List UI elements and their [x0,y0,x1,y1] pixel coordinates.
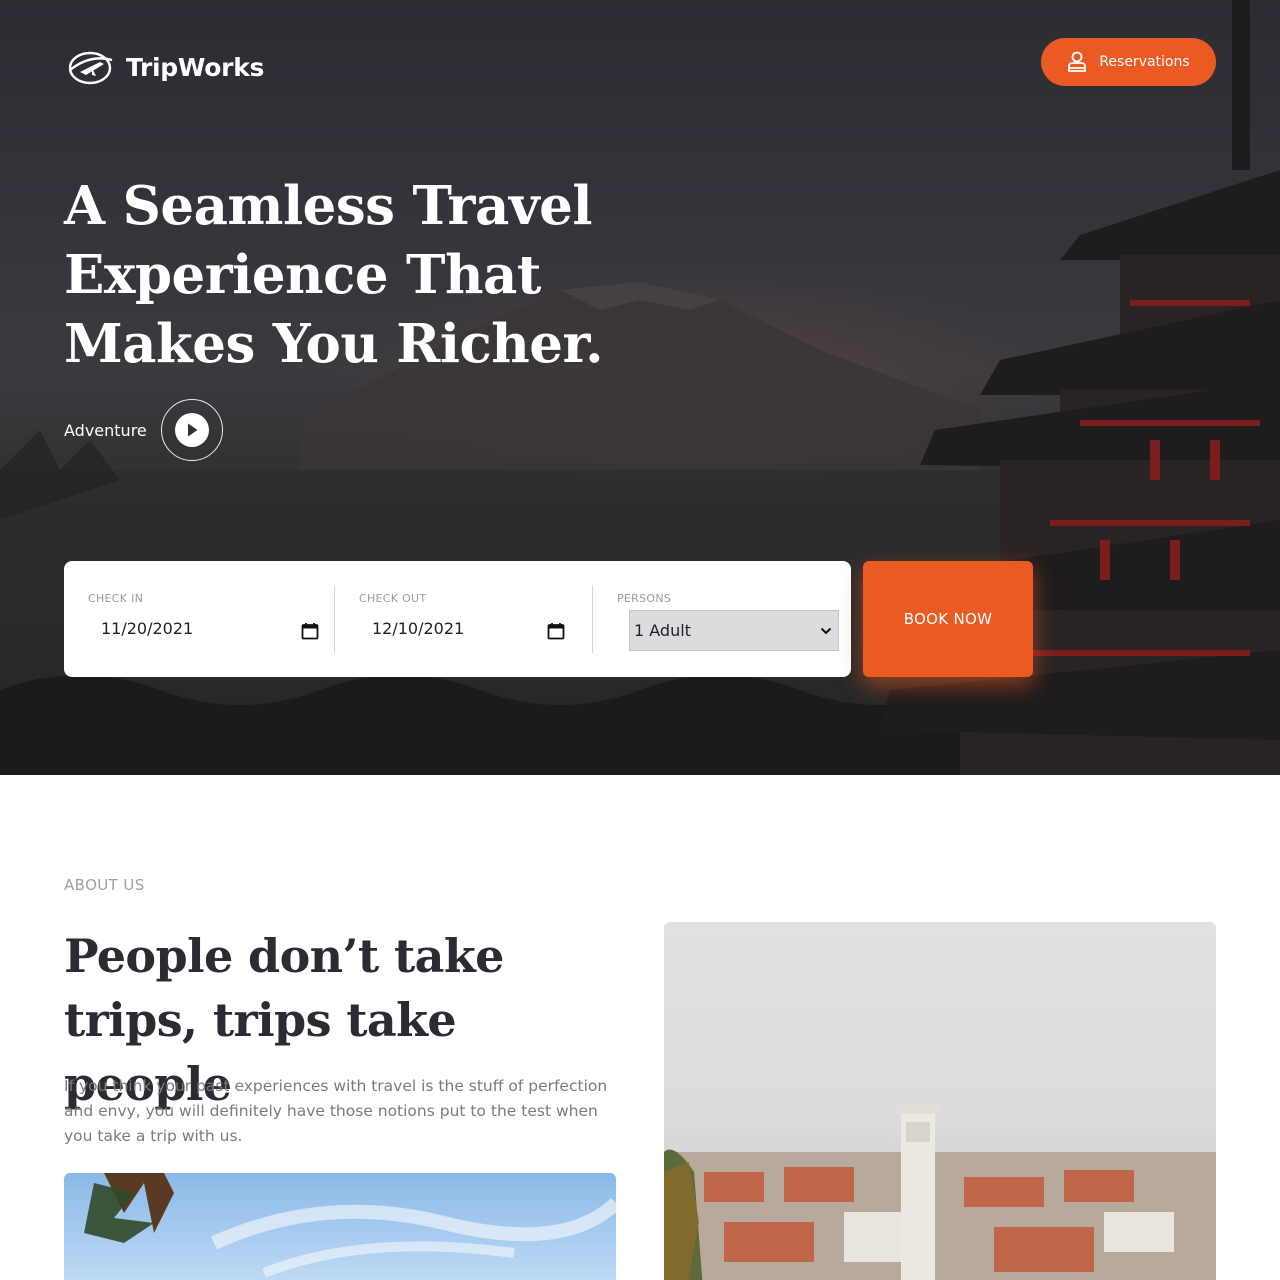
brand-name: TripWorks [126,52,265,82]
play-button[interactable] [160,399,223,461]
hero-section: TripWorks Reservations A Seamless Travel… [0,0,1280,775]
calendar-icon[interactable] [301,622,319,640]
check-out-label: CHECK OUT [359,592,427,605]
adventure-video: Adventure [64,398,223,462]
persons-selected-value: 1 Adult [634,621,691,640]
person-icon [1068,51,1087,72]
reservations-label: Reservations [1099,54,1190,70]
city-photo [664,922,1216,1280]
check-in-label: CHECK IN [88,592,144,605]
check-out-input[interactable]: 12/10/2021 [372,619,464,638]
sky-photo [64,1173,616,1280]
calendar-icon[interactable] [547,622,565,640]
persons-label: PERSONS [617,592,672,605]
adventure-label: Adventure [64,420,147,440]
play-icon [174,413,209,447]
reservations-button[interactable]: Reservations [1041,38,1216,86]
globe-plane-icon [68,51,113,85]
brand-logo[interactable]: TripWorks [66,46,264,88]
booking-form: CHECK IN 11/20/2021 CHECK OUT 12/10/2021… [64,561,851,677]
about-eyebrow: ABOUT US [64,876,145,894]
check-in-input[interactable]: 11/20/2021 [101,619,193,638]
check-out-field[interactable]: CHECK OUT 12/10/2021 [335,561,592,677]
persons-select[interactable]: 1 Adult [629,610,839,651]
check-in-field[interactable]: CHECK IN 11/20/2021 [64,561,334,677]
hero-title: A Seamless Travel Experience That Makes … [64,175,604,375]
book-now-button[interactable]: BOOK NOW [863,561,1033,677]
chevron-down-icon [820,627,832,634]
about-description: If you think your past experiences with … [64,1077,608,1145]
